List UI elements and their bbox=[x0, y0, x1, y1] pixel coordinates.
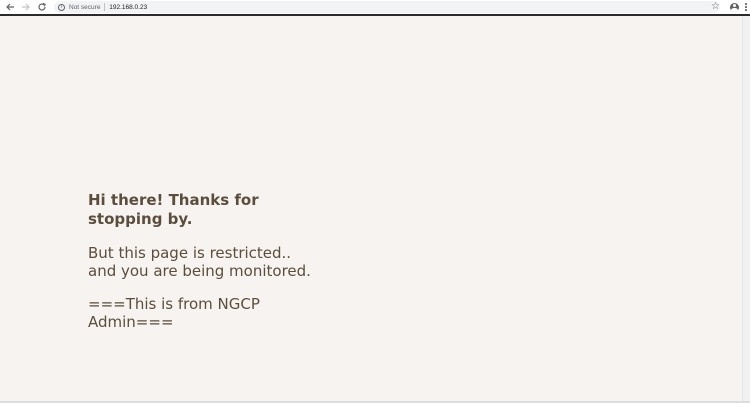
vertical-scrollbar[interactable] bbox=[742, 16, 750, 403]
kebab-menu-icon[interactable] bbox=[744, 2, 748, 12]
browser-right-controls: ☆ bbox=[711, 1, 748, 13]
star-icon[interactable]: ☆ bbox=[711, 2, 720, 12]
omnibox-divider bbox=[104, 3, 106, 11]
reload-button[interactable] bbox=[36, 1, 48, 13]
toolbar-divider bbox=[0, 14, 750, 16]
restriction-message-line-1: But this page is restricted.. bbox=[88, 244, 292, 262]
address-bar[interactable]: i Not secure 192.168.0.23 bbox=[54, 1, 720, 13]
page-content: Hi there! Thanks for stopping by. But th… bbox=[88, 191, 328, 331]
profile-icon[interactable] bbox=[730, 2, 739, 12]
greeting-heading: Hi there! Thanks for stopping by. bbox=[88, 191, 259, 228]
browser-toolbar: i Not secure 192.168.0.23 ☆ bbox=[0, 0, 750, 14]
info-icon[interactable]: i bbox=[58, 3, 65, 11]
arrow-left-icon bbox=[6, 3, 14, 11]
restriction-message-line-2: and you are being monitored. bbox=[88, 262, 311, 280]
security-status[interactable]: Not secure bbox=[69, 4, 100, 11]
admin-signature: ===This is from NGCP Admin=== bbox=[88, 295, 260, 331]
back-button[interactable] bbox=[4, 1, 16, 13]
reload-icon bbox=[38, 2, 46, 11]
arrow-right-icon bbox=[22, 3, 30, 11]
forward-button[interactable] bbox=[20, 1, 32, 13]
url-text[interactable]: 192.168.0.23 bbox=[109, 4, 147, 11]
restriction-message: But this page is restricted.. and you ar… bbox=[88, 244, 328, 280]
